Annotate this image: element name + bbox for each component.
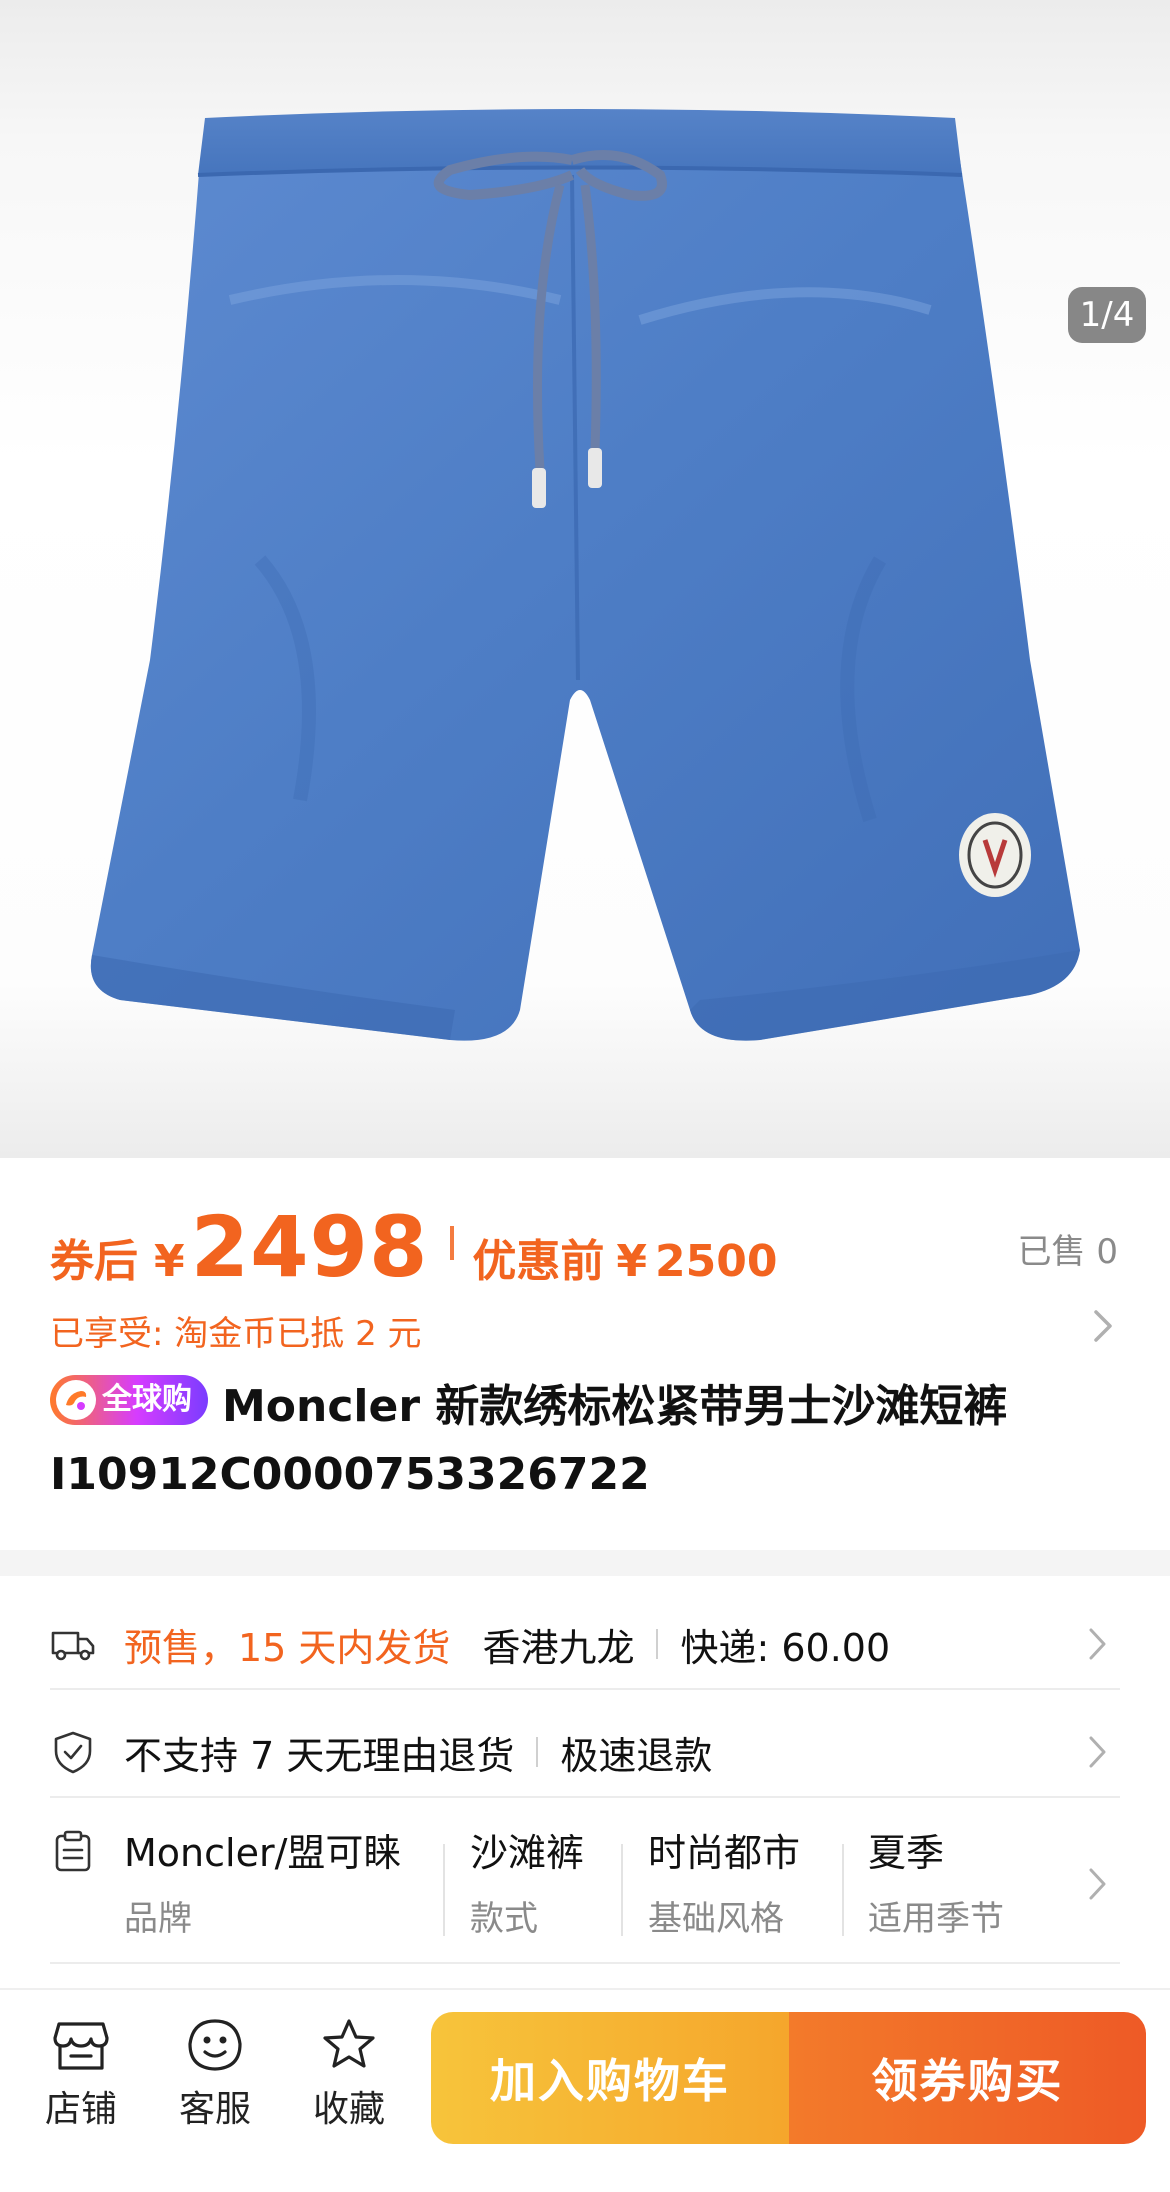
attribute-key: 基础风格 [648,1899,784,1939]
truck-icon [51,1631,95,1661]
original-price-currency: ¥ [616,1236,648,1287]
sold-count: 已售 0 [1017,1232,1118,1272]
attribute-value: Moncler/盟可睐 [124,1831,402,1875]
divider [50,1688,1120,1690]
separator [656,1629,659,1659]
store-label: 店铺 [44,2089,117,2130]
buy-with-coupon-button[interactable]: 领券购买 [789,2012,1146,2144]
shipping-row[interactable]: 预售，15 天内发货 香港九龙 快递: 60.00 [50,1606,1120,1682]
store-tab[interactable]: 店铺 [26,2016,136,2132]
attribute-season: 夏季 适用季节 [868,1822,1004,1939]
add-to-cart-button[interactable]: 加入购物车 [431,2012,789,2144]
attribute-key: 适用季节 [868,1899,1004,1939]
chevron-right-icon[interactable] [1090,1306,1118,1346]
attribute-value: 夏季 [868,1831,945,1875]
attribute-value: 时尚都市 [648,1831,801,1875]
original-price-label: 优惠前 [472,1236,605,1287]
global-buy-icon [56,1380,96,1420]
coin-discount-text[interactable]: 已享受: 淘金币已抵 2 元 [50,1306,422,1355]
attribute-value: 沙滩裤 [470,1831,585,1875]
price-currency: ¥ [154,1236,185,1287]
attribute-key: 品牌 [124,1899,192,1939]
return-policy: 不支持 7 天无理由退货 [124,1733,515,1778]
clipboard-icon [55,1830,91,1872]
shield-check-icon [54,1731,92,1774]
attribute-key: 款式 [470,1899,538,1939]
favorite-tab[interactable]: 收藏 [294,2016,404,2132]
price-prefix: 券后 [50,1236,138,1287]
divider [50,1962,1120,1964]
section-gap [0,1550,1170,1576]
attribute-separator [842,1844,844,1936]
attribute-separator [621,1844,623,1936]
ship-origin: 香港九龙 [482,1625,635,1670]
customer-service-tab[interactable]: 客服 [160,2016,270,2132]
chevron-right-icon [1089,1628,1106,1660]
price-amount: 2498 [190,1198,429,1296]
star-icon [323,2019,375,2068]
chevron-right-icon [1089,1868,1106,1900]
attribute-separator [443,1844,445,1936]
attribute-style: 沙滩裤 款式 [470,1822,585,1939]
product-image [90,109,1081,1041]
fast-refund: 极速退款 [560,1733,713,1778]
image-counter: 1/4 [1068,287,1146,343]
attributes-row[interactable]: Moncler/盟可睐 品牌 沙滩裤 款式 时尚都市 基础风格 夏季 适用季节 [50,1822,1120,1952]
price-section: 券后 ¥ 2498 优惠前 ¥ 2500 已售 0 已享受: 淘金币已抵 2 元… [0,1158,1170,1550]
presale-text: 预售，15 天内发货 [124,1625,451,1670]
chevron-right-icon [1089,1736,1106,1768]
bottom-action-bar: 店铺 客服 收藏 加入购物车 领券购买 [0,1988,1170,2192]
service-label: 客服 [178,2089,251,2130]
attribute-brand: Moncler/盟可睐 品牌 [124,1822,402,1939]
global-buy-badge: 全球购 [50,1375,208,1425]
original-price-amount: 2500 [655,1236,778,1287]
express-fee: 快递: 60.00 [680,1625,891,1670]
product-title: 全球购 Moncler 新款绣标松紧带男士沙滩短裤 I10912C0000753… [50,1373,1130,1509]
smiley-icon [188,2019,242,2071]
store-icon [53,2022,109,2070]
divider [50,1796,1120,1798]
price-divider [450,1226,455,1260]
global-buy-badge-label: 全球购 [102,1382,192,1417]
price-row: 券后 ¥ 2498 优惠前 ¥ 2500 [50,1198,778,1296]
attribute-basic-style: 时尚都市 基础风格 [648,1822,801,1939]
product-image-carousel[interactable]: 1/4 [0,0,1170,1158]
returns-row[interactable]: 不支持 7 天无理由退货 极速退款 [50,1714,1120,1790]
favorite-label: 收藏 [312,2089,385,2130]
separator [536,1737,539,1767]
